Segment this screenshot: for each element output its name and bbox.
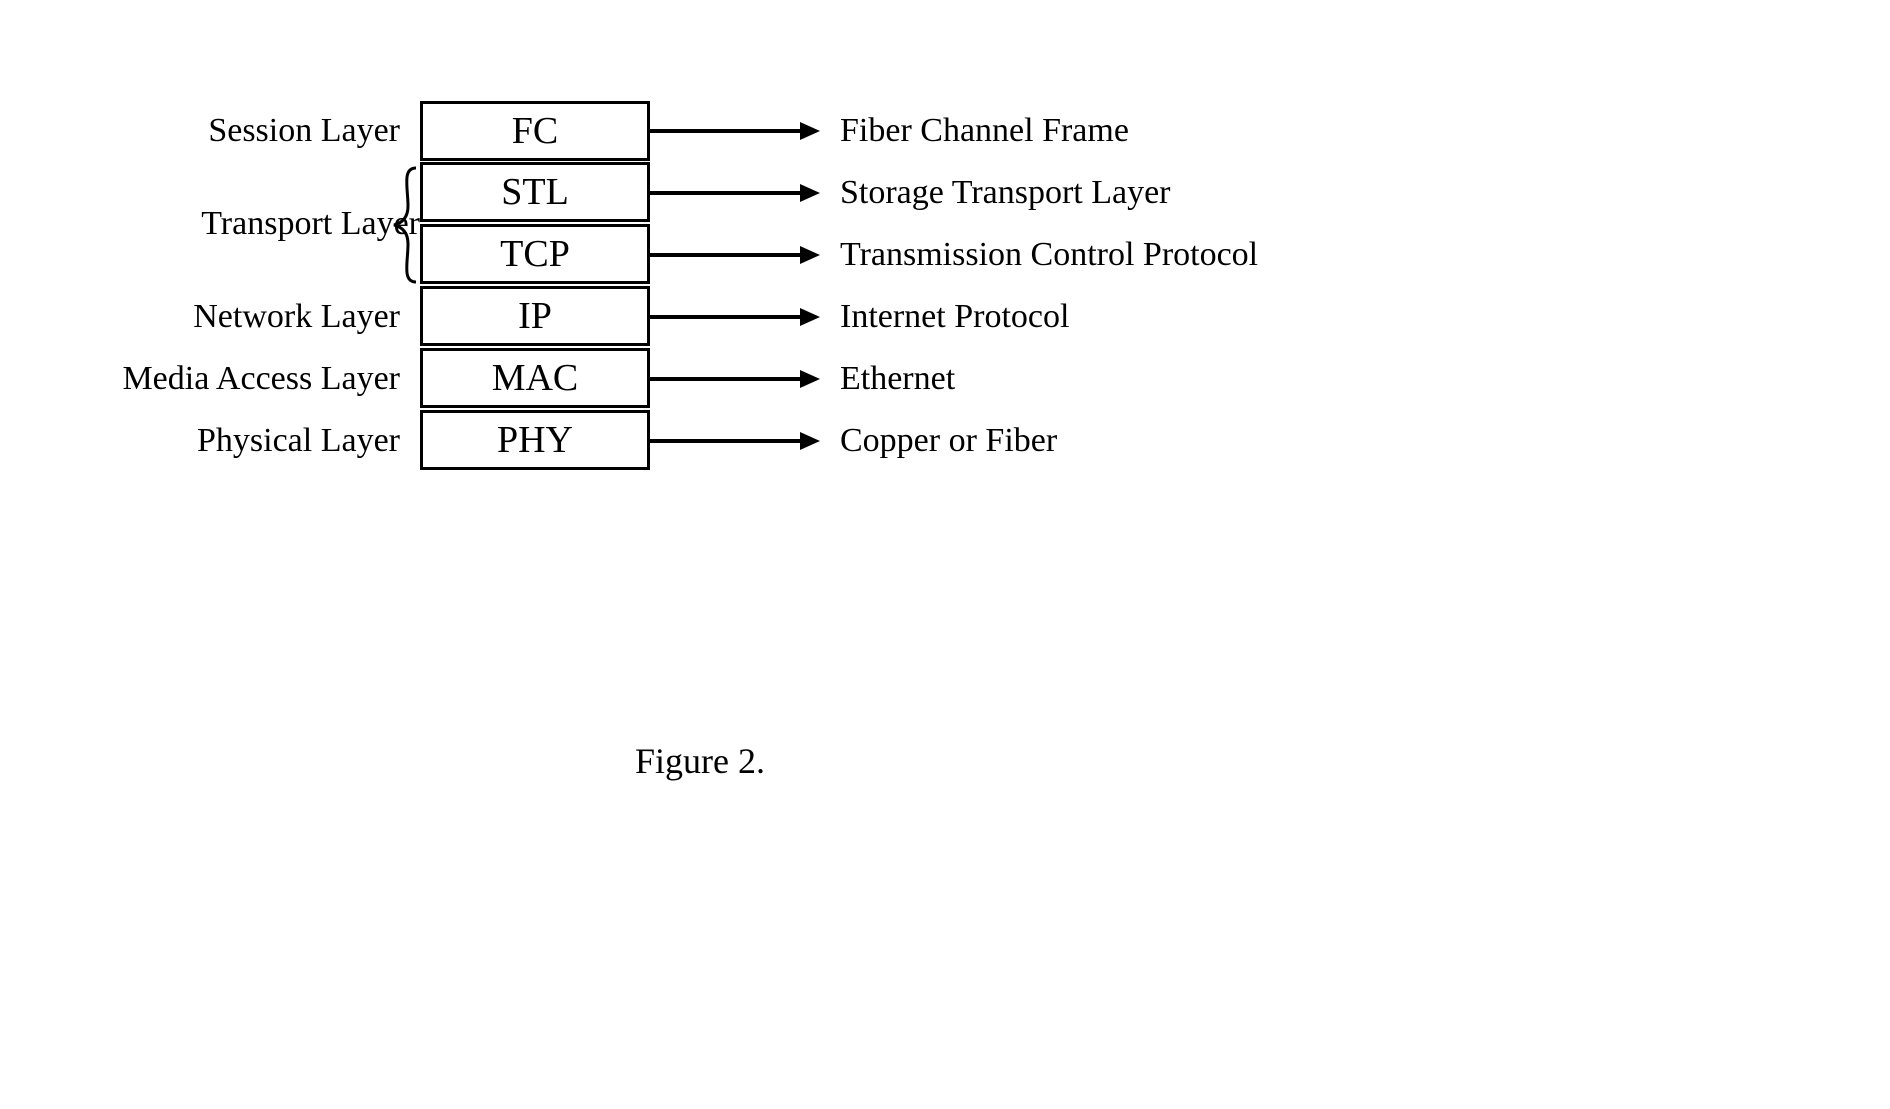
figure-caption: Figure 2.	[0, 740, 1400, 782]
media-layer-label: Media Access Layer	[70, 360, 420, 398]
row-physical: Physical Layer PHY Copper or Fiber	[70, 410, 1420, 472]
fc-desc: Fiber Channel Frame	[830, 112, 1390, 150]
row-network: Network Layer IP Internet Protocol	[70, 286, 1420, 348]
mac-desc: Ethernet	[830, 360, 1390, 398]
arrow-icon	[650, 101, 830, 161]
row-session: Session Layer FC Fiber Channel Frame	[70, 100, 1420, 162]
tcp-box: TCP	[420, 224, 650, 284]
session-layer-label: Session Layer	[70, 112, 420, 150]
tcp-desc: Transmission Control Protocol	[830, 236, 1390, 274]
arrow-icon	[650, 411, 830, 471]
arrow-icon	[650, 225, 830, 285]
stl-box: STL	[420, 162, 650, 222]
arrow-icon	[650, 349, 830, 409]
network-layer-label: Network Layer	[70, 298, 420, 336]
arrow-icon	[650, 163, 830, 223]
fc-box: FC	[420, 101, 650, 161]
ip-box: IP	[420, 286, 650, 346]
layer-stack-diagram: Session Layer FC Fiber Channel Frame STL…	[70, 100, 1420, 472]
phy-box: PHY	[420, 410, 650, 470]
transport-layer-label-wrap: Transport Layer	[70, 162, 454, 286]
phy-desc: Copper or Fiber	[830, 422, 1390, 460]
physical-layer-label: Physical Layer	[70, 422, 420, 460]
arrow-icon	[650, 287, 830, 347]
stl-desc: Storage Transport Layer	[830, 174, 1390, 212]
ip-desc: Internet Protocol	[830, 298, 1390, 336]
transport-layer-label: Transport Layer	[201, 205, 420, 243]
row-media: Media Access Layer MAC Ethernet	[70, 348, 1420, 410]
mac-box: MAC	[420, 348, 650, 408]
